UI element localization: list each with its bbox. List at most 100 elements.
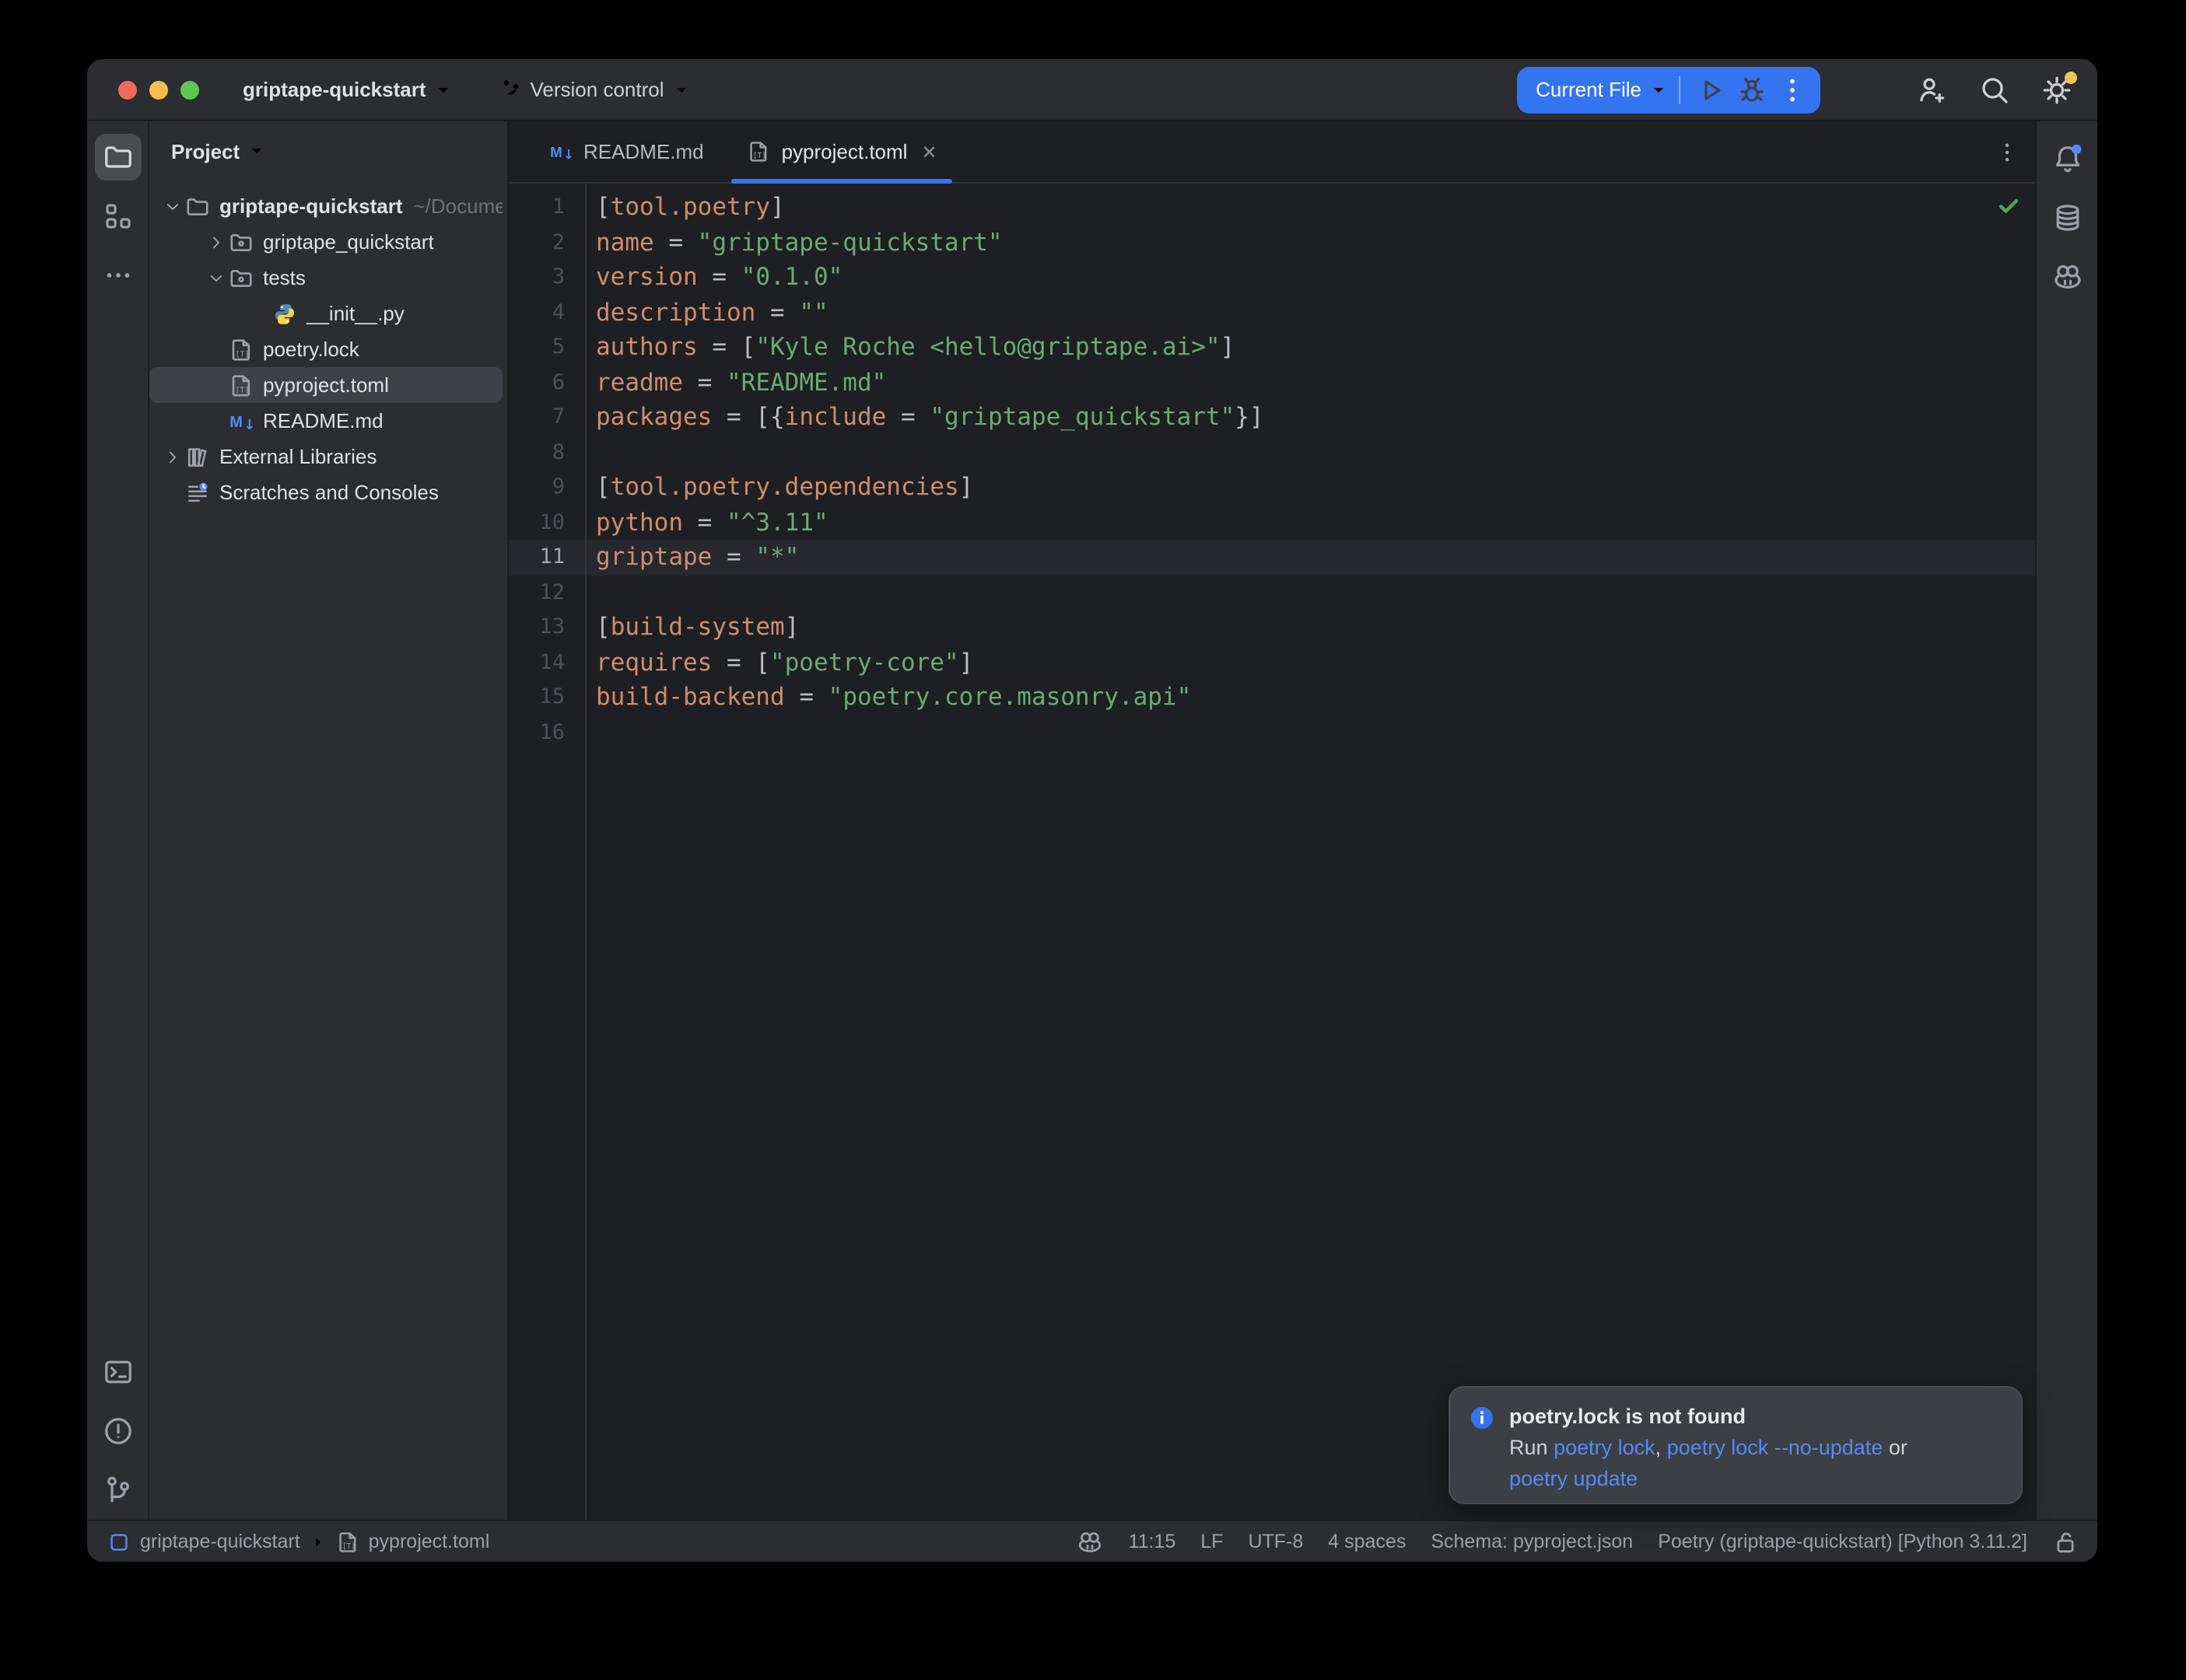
- tool-stripe-terminal-button[interactable]: [94, 1349, 141, 1395]
- run-button[interactable]: [1691, 69, 1732, 110]
- line-number: 14: [509, 645, 585, 680]
- code-with-me-button[interactable]: [1911, 68, 1954, 111]
- tool-stripe-problems-button[interactable]: [94, 1408, 141, 1454]
- markdown-icon: M↓: [229, 408, 254, 433]
- tool-stripe-branch-button[interactable]: [94, 1467, 141, 1514]
- code-line-14[interactable]: 14requires = ["poetry-core"]: [509, 645, 2035, 680]
- code-text: [585, 435, 596, 470]
- run-config-selector[interactable]: Current File: [1536, 78, 1641, 101]
- notification-link-poetry-update[interactable]: poetry update: [1509, 1466, 1638, 1489]
- minimize-button[interactable]: [149, 80, 168, 99]
- project-menu[interactable]: griptape-quickstart: [243, 78, 453, 101]
- status-item-4-spaces[interactable]: 4 spaces: [1328, 1531, 1406, 1552]
- tool-stripe-folder-button[interactable]: [94, 134, 141, 180]
- tool-stripe-notifications-bell-button[interactable]: [2044, 135, 2090, 182]
- chevron-right-icon[interactable]: [206, 233, 225, 251]
- line-number: 10: [509, 505, 585, 540]
- close-tab-icon[interactable]: ✕: [921, 141, 937, 163]
- status-item-11-15[interactable]: 11:15: [1129, 1531, 1176, 1552]
- editor-body[interactable]: 1[tool.poetry]2name = "griptape-quicksta…: [509, 184, 2035, 1520]
- code-line-15[interactable]: 15build-backend = "poetry.core.masonry.a…: [509, 680, 2035, 715]
- code-line-2[interactable]: 2name = "griptape-quickstart": [509, 225, 2035, 260]
- code-line-11[interactable]: 11griptape = "*": [509, 540, 2035, 575]
- tree-item-poetry-lock[interactable]: [T]poetry.lock: [149, 331, 503, 367]
- code-line-1[interactable]: 1[tool.poetry]: [509, 190, 2035, 225]
- notification-body: Run poetry lock, poetry lock --no-update…: [1509, 1433, 1907, 1493]
- status-item-schema-pyproject-json[interactable]: Schema: pyproject.json: [1431, 1531, 1633, 1552]
- notification-link-poetry-lock-no-update[interactable]: poetry lock --no-update: [1667, 1436, 1883, 1459]
- tool-stripe-ai-assistant-button[interactable]: [2044, 254, 2090, 300]
- tab-pyproject-toml[interactable]: [T]pyproject.toml✕: [726, 121, 959, 182]
- chevron-right-icon[interactable]: [163, 447, 181, 466]
- tree-item-readme-md[interactable]: M↓README.md: [149, 403, 503, 439]
- code-line-13[interactable]: 13[build-system]: [509, 610, 2035, 645]
- chevron-down-icon[interactable]: [163, 197, 181, 215]
- line-number: 9: [509, 470, 585, 505]
- breadcrumb-griptape-quickstart[interactable]: griptape-quickstart: [140, 1531, 300, 1552]
- toml-icon: [T]: [336, 1530, 359, 1553]
- code-line-6[interactable]: 6readme = "README.md": [509, 365, 2035, 400]
- tree-item-init-py[interactable]: __init__.py: [149, 296, 503, 331]
- tree-item-tests[interactable]: tests: [149, 260, 503, 296]
- breadcrumb-pyproject-toml[interactable]: pyproject.toml: [369, 1531, 490, 1552]
- version-control-menu[interactable]: Version control: [499, 78, 691, 101]
- debug-button[interactable]: [1732, 69, 1772, 110]
- code-line-10[interactable]: 10python = "^3.11": [509, 505, 2035, 540]
- markdown-icon: M↓: [549, 140, 573, 163]
- tree-item-pyproject-toml[interactable]: [T]pyproject.toml: [149, 367, 503, 403]
- structure-icon: [102, 201, 133, 232]
- run-more-options-button[interactable]: [1772, 69, 1813, 110]
- tree-item-scratches-and-consoles[interactable]: Scratches and Consoles: [149, 474, 503, 510]
- search-everywhere-button[interactable]: [1973, 68, 2016, 111]
- tree-item-griptape-quickstart[interactable]: griptape-quickstart~/Docume: [149, 188, 503, 224]
- project-panel-title: Project: [171, 139, 240, 163]
- code-line-9[interactable]: 9[tool.poetry.dependencies]: [509, 470, 2035, 505]
- svg-text:M: M: [229, 413, 243, 430]
- notification-title: poetry.lock is not found: [1509, 1403, 1907, 1431]
- svg-text:↓: ↓: [563, 146, 573, 162]
- tree-item-label: griptape_quickstart: [263, 230, 434, 254]
- notifications-bell-icon: [2051, 143, 2083, 174]
- chevron-down-icon[interactable]: [206, 268, 225, 287]
- code-line-5[interactable]: 5authors = ["Kyle Roche <hello@griptape.…: [509, 330, 2035, 365]
- code-line-3[interactable]: 3version = "0.1.0": [509, 260, 2035, 295]
- svg-text:[T]: [T]: [235, 349, 249, 358]
- tool-stripe-structure-button[interactable]: [94, 193, 141, 240]
- status-item-lf[interactable]: LF: [1200, 1531, 1223, 1552]
- database-icon: [2051, 202, 2083, 233]
- editor-area: M↓README.md[T]pyproject.toml✕ 1[tool.poe…: [509, 121, 2035, 1520]
- tool-stripe-database-button[interactable]: [2044, 194, 2090, 241]
- code-text: [tool.poetry]: [585, 190, 785, 225]
- ai-assistant-icon[interactable]: [1077, 1528, 1104, 1555]
- code-text: [585, 715, 596, 750]
- project-panel-header[interactable]: Project: [149, 128, 507, 174]
- project-tree: griptape-quickstart~/Docume griptape_quic…: [149, 188, 507, 510]
- code-line-8[interactable]: 8: [509, 435, 2035, 470]
- code-line-12[interactable]: 12: [509, 575, 2035, 610]
- package-folder-icon: [229, 265, 254, 290]
- tab-readme-md[interactable]: M↓README.md: [527, 121, 726, 182]
- close-button[interactable]: [118, 80, 137, 99]
- code-line-7[interactable]: 7packages = [{include = "griptape_quicks…: [509, 400, 2035, 435]
- code-line-16[interactable]: 16: [509, 715, 2035, 750]
- code-line-4[interactable]: 4description = "": [509, 295, 2035, 330]
- settings-button[interactable]: [2035, 68, 2079, 111]
- info-icon: [1469, 1405, 1495, 1431]
- search-icon: [1979, 74, 2010, 105]
- tool-stripe-more-button[interactable]: [94, 252, 141, 299]
- code-text: readme = "README.md": [585, 365, 886, 400]
- status-item-poetry-griptape-quickstart-python-3-11-2[interactable]: Poetry (griptape-quickstart) [Python 3.1…: [1658, 1531, 2027, 1552]
- folder-icon: [102, 142, 133, 173]
- tab-options-button[interactable]: [1995, 121, 2020, 182]
- right-tool-stripe: [2035, 121, 2097, 1520]
- tree-item-griptape-quickstart[interactable]: griptape_quickstart: [149, 224, 503, 260]
- code-text: version = "0.1.0": [585, 260, 843, 295]
- zoom-button[interactable]: [180, 80, 199, 99]
- inspections-ok-icon[interactable]: [1996, 193, 2021, 218]
- line-number: 13: [509, 610, 585, 645]
- status-item-utf-8[interactable]: UTF-8: [1248, 1531, 1303, 1552]
- unlock-icon[interactable]: [2052, 1528, 2079, 1555]
- tree-item-external-libraries[interactable]: External Libraries: [149, 439, 503, 474]
- desktop: griptape-quickstart Version control Curr…: [0, 0, 2186, 1680]
- notification-link-poetry-lock[interactable]: poetry lock: [1554, 1436, 1655, 1459]
